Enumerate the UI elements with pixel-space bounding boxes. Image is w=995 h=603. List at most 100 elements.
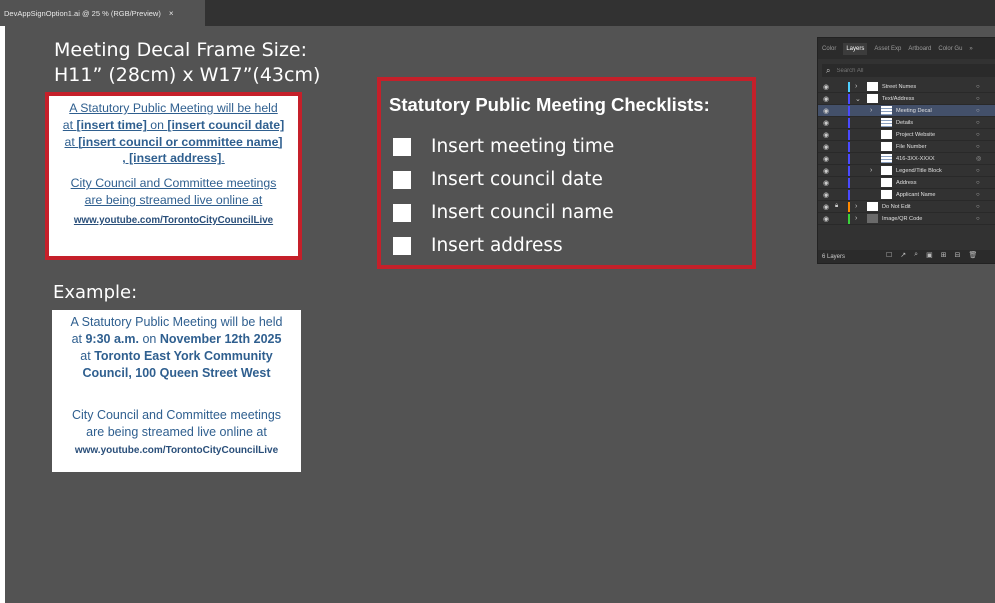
layer-thumbnail (867, 202, 878, 211)
checklist-item-label: Insert address (431, 235, 563, 256)
target-circle-icon[interactable]: ○ (976, 192, 980, 198)
frame-size-line2: H11” (28cm) x W17”(43cm) (54, 64, 321, 86)
panel-overflow-icon[interactable]: » (969, 46, 972, 52)
search-icon[interactable]: ⌕ (914, 251, 918, 259)
lock-icon[interactable]: 🔒︎ (835, 203, 838, 210)
new-sublayer-icon[interactable]: ⊞ (941, 251, 947, 259)
target-circle-icon[interactable]: ○ (976, 84, 980, 90)
chevron-right-icon[interactable]: › (855, 83, 857, 90)
layer-name: Project Website (896, 131, 936, 138)
layer-name: Details (896, 119, 914, 126)
layer-search-input[interactable] (836, 67, 967, 74)
layer-row-text-address[interactable]: ◉ ⌄ Text/Address ○ (818, 93, 995, 105)
locate-object-icon[interactable]: ↗ (900, 251, 906, 259)
frame-size-line1: Meeting Decal Frame Size: (54, 39, 308, 61)
layer-color-bar (848, 214, 850, 224)
target-circle-icon[interactable]: ○ (976, 168, 980, 174)
visibility-eye-icon[interactable]: ◉ (823, 95, 829, 103)
layer-thumbnail (881, 142, 892, 151)
insert-time-placeholder: [insert time] (76, 117, 147, 132)
visibility-eye-icon[interactable]: ◉ (823, 83, 829, 91)
chevron-right-icon[interactable]: › (870, 167, 872, 174)
artboard-canvas[interactable]: Meeting Decal Frame Size: H11” (28cm) x … (5, 26, 995, 603)
tab-layers[interactable]: Layers (843, 42, 868, 55)
target-circle-icon[interactable]: ○ (976, 108, 980, 114)
layer-row-street-numes[interactable]: ◉ › Street Numes ○ (818, 81, 995, 93)
checkbox[interactable] (393, 203, 411, 222)
decal-line1: A Statutory Public Meeting will be held (69, 101, 278, 115)
checkbox[interactable] (393, 137, 411, 156)
layer-color-bar (848, 94, 850, 104)
visibility-eye-icon[interactable]: ◉ (823, 215, 829, 223)
chevron-right-icon[interactable]: › (870, 107, 872, 114)
decal-stream-line1: City Council and Committee meetings (70, 176, 277, 191)
layer-count: 6 Layers (822, 253, 846, 260)
layer-row-meeting-decal[interactable]: ◉ › Meeting Decal ○ (818, 105, 995, 117)
checklist-item: Insert address (393, 235, 563, 256)
checklist-item: Insert council name (393, 202, 614, 223)
example-url: www.youtube.com/TorontoCityCouncilLive (74, 445, 279, 456)
layer-row-project-website[interactable]: ◉ Project Website ○ (818, 129, 995, 141)
target-circle-filled-icon[interactable]: ◎ (976, 155, 981, 162)
checkbox[interactable] (393, 236, 411, 255)
target-circle-icon[interactable]: ○ (976, 132, 980, 138)
trash-icon[interactable]: 🗑︎ (968, 251, 977, 259)
close-tab-icon[interactable]: × (169, 9, 174, 18)
layer-name: Text/Address (882, 95, 915, 102)
visibility-eye-icon[interactable]: ◉ (823, 203, 829, 211)
layer-row-applicant-name[interactable]: ◉ Applicant Name ○ (818, 189, 995, 201)
target-circle-icon[interactable]: ○ (976, 144, 980, 150)
visibility-eye-icon[interactable]: ◉ (823, 167, 829, 175)
layer-row-file-number[interactable]: ◉ File Number ○ (818, 141, 995, 153)
example-label: Example: (53, 282, 138, 303)
layer-search: ⌕ ▼ (822, 64, 995, 77)
layer-color-bar (848, 142, 850, 152)
checklist-item-label: Insert meeting time (431, 136, 615, 157)
example-stream-line2: are being streamed live online at (86, 425, 267, 439)
target-circle-icon[interactable]: ○ (976, 204, 980, 210)
new-layer-icon[interactable]: ⊟ (955, 251, 961, 259)
layer-name: Street Numes (882, 83, 917, 90)
visibility-eye-icon[interactable]: ◉ (823, 155, 829, 163)
chevron-down-icon[interactable]: ⌄ (855, 95, 861, 103)
meeting-decal-template[interactable]: A Statutory Public Meeting will be held … (45, 92, 302, 260)
document-tab-bar: DevAppSignOption1.ai @ 25 % (RGB/Preview… (0, 0, 995, 26)
target-circle-icon[interactable]: ○ (976, 216, 980, 222)
layer-name: 416-3XX-XXXX (896, 155, 935, 162)
tab-color-guide[interactable]: Color Gu (938, 46, 962, 52)
visibility-eye-icon[interactable]: ◉ (823, 143, 829, 151)
insert-council-placeholder: [insert council or committee name] (78, 134, 283, 149)
visibility-eye-icon[interactable]: ◉ (823, 191, 829, 199)
insert-address-placeholder: , [insert address] (122, 151, 222, 166)
visibility-eye-icon[interactable]: ◉ (823, 119, 829, 127)
collect-export-icon[interactable]: ☐ (886, 251, 892, 259)
checkbox[interactable] (393, 170, 411, 189)
document-tab[interactable]: DevAppSignOption1.ai @ 25 % (RGB/Preview… (0, 0, 205, 26)
target-circle-icon[interactable]: ○ (976, 96, 980, 102)
layer-thumbnail (881, 178, 892, 187)
tab-asset-export[interactable]: Asset Exp (874, 46, 901, 52)
checklist-item-label: Insert council name (431, 202, 614, 223)
layer-thumbnail (881, 118, 892, 127)
layer-row-do-not-edit[interactable]: ◉ 🔒︎ › Do Not Edit ○ (818, 201, 995, 213)
checklist-title: Statutory Public Meeting Checklists: (389, 94, 710, 115)
layer-row-details[interactable]: ◉ Details ○ (818, 117, 995, 129)
layer-row-address[interactable]: ◉ Address ○ (818, 177, 995, 189)
decal-url: www.youtube.com/TorontoCityCouncilLive (73, 214, 274, 226)
layers-panel: Color Layers Asset Exp Artboard Color Gu… (817, 37, 995, 264)
clipping-mask-icon[interactable]: ▣ (926, 251, 933, 259)
visibility-eye-icon[interactable]: ◉ (823, 107, 829, 115)
layer-list: ◉ › Street Numes ○ ◉ ⌄ Text/Address ○ ◉ … (818, 81, 995, 225)
target-circle-icon[interactable]: ○ (976, 120, 980, 126)
layer-row-phone[interactable]: ◉ 416-3XX-XXXX ◎ (818, 153, 995, 165)
tab-color[interactable]: Color (822, 46, 836, 52)
layer-row-image-qr-code[interactable]: ◉ › Image/QR Code ○ (818, 213, 995, 225)
layer-row-legend-title-block[interactable]: ◉ › Legend/Title Block ○ (818, 165, 995, 177)
visibility-eye-icon[interactable]: ◉ (823, 131, 829, 139)
chevron-right-icon[interactable]: › (855, 203, 857, 210)
target-circle-icon[interactable]: ○ (976, 180, 980, 186)
visibility-eye-icon[interactable]: ◉ (823, 179, 829, 187)
tab-artboards[interactable]: Artboard (908, 46, 931, 52)
layer-color-bar (848, 190, 850, 200)
chevron-right-icon[interactable]: › (855, 215, 857, 222)
